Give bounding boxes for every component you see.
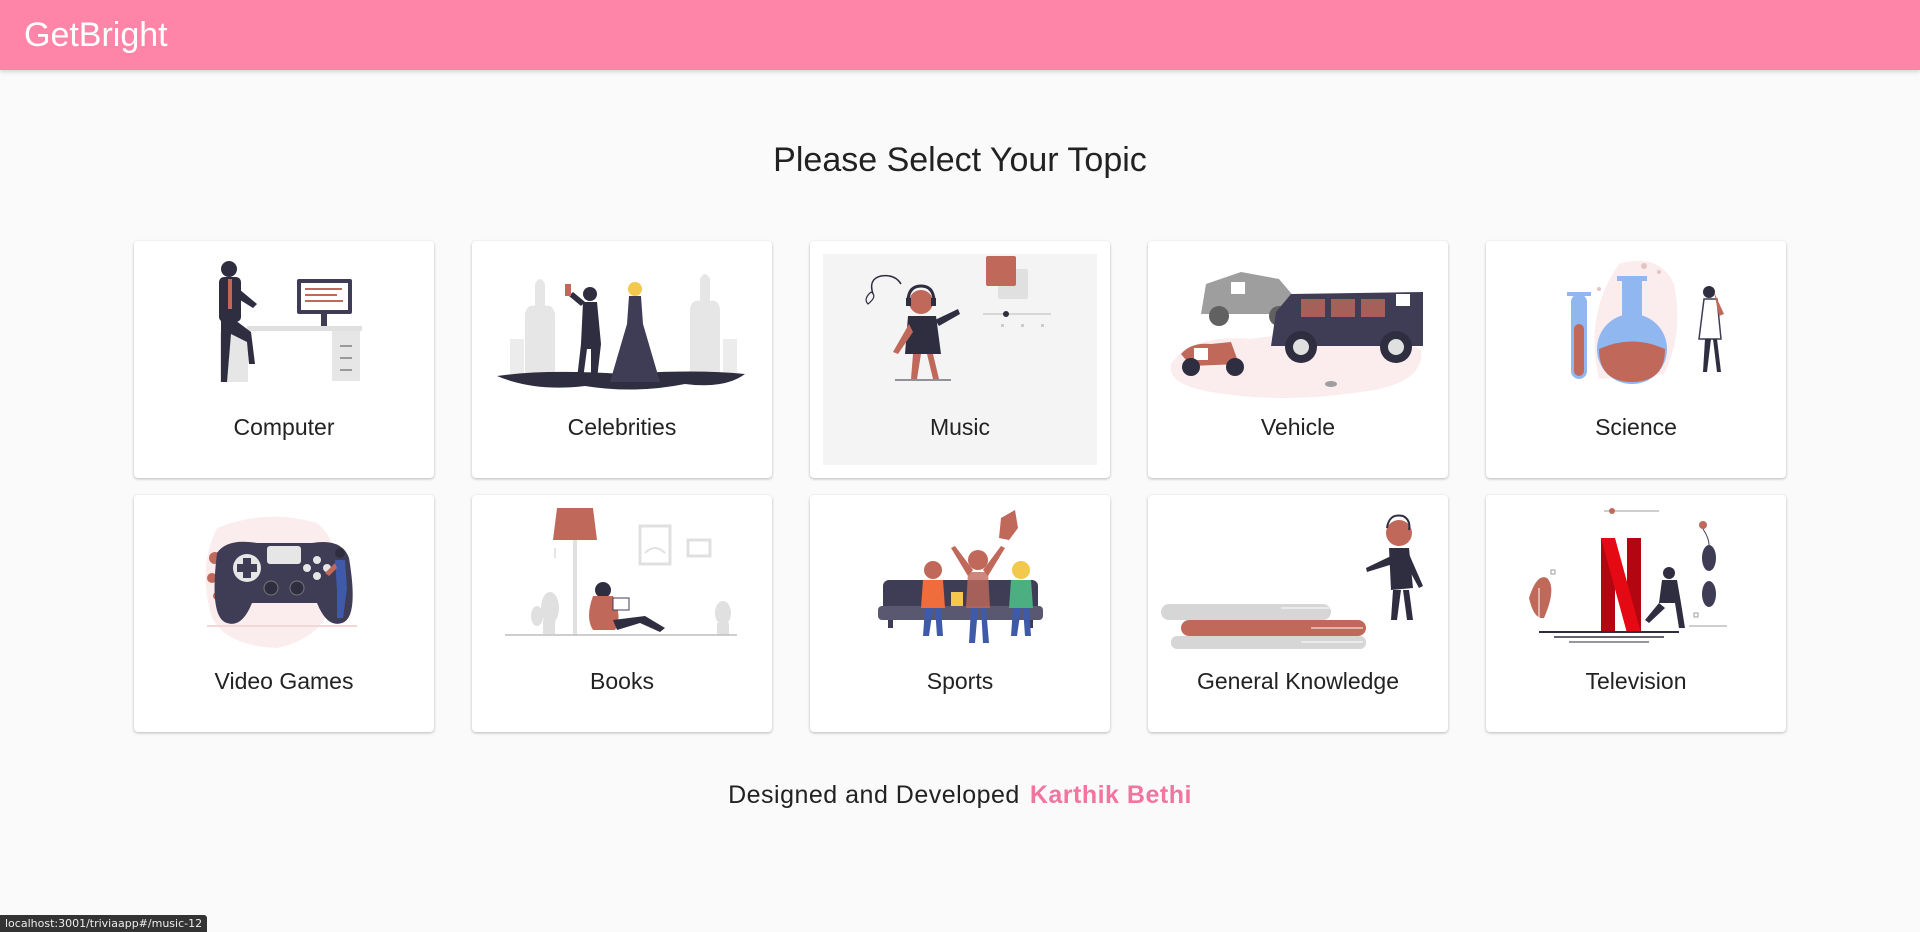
computer-illustration <box>219 261 362 382</box>
author-link[interactable]: Karthik Bethi <box>1030 781 1192 809</box>
topic-card-sports[interactable]: Sports <box>810 495 1110 732</box>
brand-title[interactable]: GetBright <box>24 15 168 55</box>
science-illustration <box>1567 260 1724 384</box>
topic-label: Books <box>590 668 654 694</box>
topic-label: Science <box>1595 414 1677 440</box>
television-illustration <box>1529 508 1727 643</box>
topic-label: Television <box>1585 668 1687 694</box>
topic-label: Celebrities <box>567 414 677 440</box>
topic-label: Computer <box>233 414 335 440</box>
topic-label: General Knowledge <box>1196 668 1400 694</box>
topic-card-general-knowledge[interactable]: General Knowledge <box>1148 495 1448 732</box>
footer-credit: Designed and Developed Karthik Bethi <box>0 779 1920 811</box>
status-url: localhost:3001/triviaapp#/music-12 <box>0 915 208 932</box>
topic-card-music[interactable]: Music <box>810 241 1110 478</box>
books-illustration <box>505 508 737 636</box>
topic-card-celebrities[interactable]: Celebrities <box>472 241 772 478</box>
topic-card-vehicle[interactable]: Vehicle <box>1148 241 1448 478</box>
topic-label: Sports <box>926 668 994 694</box>
topic-card-computer[interactable]: Computer <box>134 241 434 478</box>
celebrities-illustration <box>497 274 745 390</box>
topic-card-science[interactable]: Science <box>1486 241 1786 478</box>
general-knowledge-illustration <box>1161 514 1423 649</box>
sports-illustration <box>878 510 1043 643</box>
topic-label: Video Games <box>214 668 354 694</box>
topic-label: Vehicle <box>1260 414 1336 440</box>
video-games-illustration <box>205 516 357 648</box>
music-illustration <box>865 256 1051 381</box>
vehicle-illustration <box>1170 272 1423 398</box>
page-title: Please Select Your Topic <box>773 141 1147 179</box>
topic-card-books[interactable]: Books <box>472 495 772 732</box>
footer-text: Designed and Developed <box>728 781 1020 809</box>
topic-card-video-games[interactable]: Video Games <box>134 495 434 732</box>
app-bar: GetBright <box>0 0 1920 70</box>
topic-card-television[interactable]: Television <box>1486 495 1786 732</box>
topic-label: Music <box>929 414 991 440</box>
